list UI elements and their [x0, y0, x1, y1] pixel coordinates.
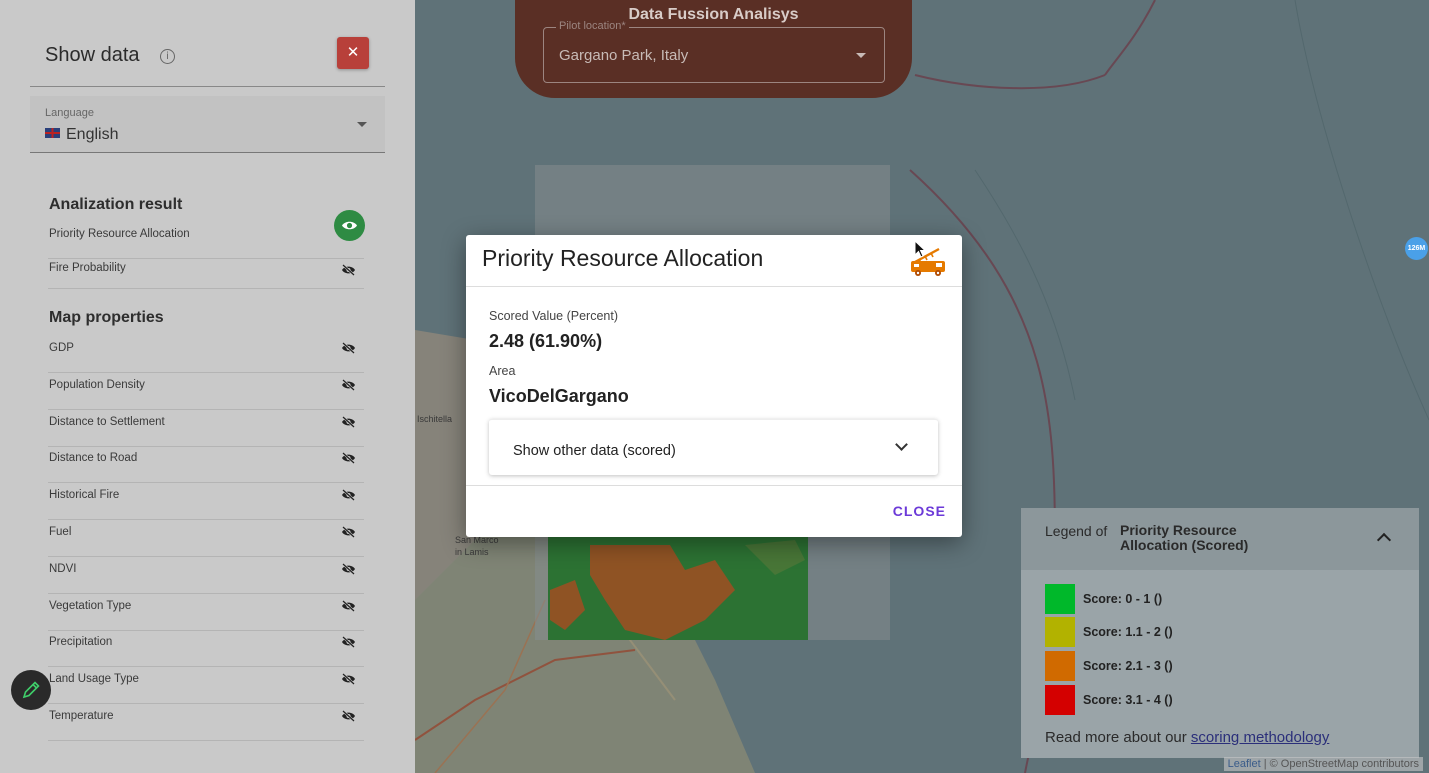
sidebar-item-map-property[interactable]: Distance to Road [48, 446, 364, 484]
sidebar-item-map-property[interactable]: Precipitation [48, 630, 364, 668]
legend-header[interactable]: Legend of Priority Resource Allocation (… [1021, 508, 1419, 570]
info-icon[interactable]: i [160, 49, 175, 64]
caret-down-icon [357, 122, 367, 127]
chevron-down-icon [895, 438, 908, 451]
layer-label: Land Usage Type [49, 673, 139, 686]
show-other-data-accordion[interactable]: Show other data (scored) [489, 419, 938, 475]
area-label: Area [489, 364, 516, 378]
legend-item-label: Score: 1.1 - 2 () [1083, 625, 1173, 639]
map-marker-badge[interactable]: 126M [1405, 237, 1428, 260]
eye-off-icon[interactable] [341, 452, 356, 465]
layer-label: GDP [49, 342, 74, 354]
eye-off-icon[interactable] [341, 342, 356, 354]
osm-attribution[interactable]: | © OpenStreetMap contributors [1261, 758, 1419, 770]
sidebar-item-map-property[interactable]: Distance to Settlement [48, 410, 364, 447]
eye-off-icon[interactable] [341, 264, 356, 276]
sidebar-title: Show data [45, 44, 140, 66]
close-button[interactable]: CLOSE [893, 503, 946, 519]
language-select[interactable]: Language English [30, 96, 385, 153]
eye-off-icon[interactable] [341, 562, 356, 575]
uk-flag-icon [45, 128, 60, 138]
mouse-cursor-icon [914, 240, 927, 258]
legend-swatch [1045, 617, 1075, 647]
legend-swatch [1045, 651, 1075, 681]
sidebar-item-map-property[interactable]: NDVI [48, 557, 364, 594]
eye-off-icon[interactable] [341, 636, 356, 649]
layer-label: NDVI [49, 562, 77, 575]
svg-text:Ischitella: Ischitella [417, 414, 452, 424]
eye-off-icon[interactable] [341, 599, 356, 612]
pilot-location-select[interactable]: Pilot location* Gargano Park, Italy [543, 20, 885, 83]
sidebar-item-map-property[interactable]: Fuel [48, 520, 364, 557]
language-label: Language [45, 107, 94, 119]
pilot-location-value: Gargano Park, Italy [559, 47, 689, 64]
sidebar: Show data i ✕ Language English Analizati… [0, 0, 415, 773]
svg-text:in Lamis: in Lamis [455, 547, 489, 557]
layer-label: Vegetation Type [49, 599, 132, 612]
pencil-icon [22, 681, 40, 699]
layer-label: Fire Probability [49, 262, 126, 274]
layer-label: Historical Fire [49, 489, 120, 502]
leaflet-link[interactable]: Leaflet [1228, 758, 1261, 770]
chevron-up-icon[interactable] [1376, 532, 1392, 548]
legend-swatch [1045, 685, 1075, 715]
eye-off-icon[interactable] [341, 673, 356, 686]
sidebar-header: Show data i ✕ [30, 36, 385, 87]
eye-off-icon[interactable] [341, 378, 356, 391]
scoring-methodology-link[interactable]: scoring methodology [1191, 729, 1329, 746]
area-value: VicoDelGargano [489, 386, 629, 406]
eye-off-icon[interactable] [341, 415, 356, 428]
layer-label: Fuel [49, 526, 72, 538]
layer-label: Priority Resource Allocation [49, 228, 190, 240]
accordion-label: Show other data (scored) [513, 443, 676, 459]
eye-off-icon[interactable] [341, 526, 356, 538]
edit-fab-button[interactable] [11, 670, 51, 710]
legend-item-label: Score: 0 - 1 () [1083, 592, 1163, 606]
language-value-text: English [66, 126, 119, 143]
layer-label: Temperature [49, 710, 114, 722]
divider [466, 485, 962, 486]
layer-label: Distance to Road [49, 452, 138, 465]
legend-footer: Read more about our scoring methodology [1045, 729, 1329, 746]
layer-label: Precipitation [49, 636, 113, 649]
legend-item-label: Score: 2.1 - 3 () [1083, 659, 1173, 673]
map-legend: Legend of Priority Resource Allocation (… [1021, 508, 1419, 758]
location-bar: Data Fussion Analisys Pilot location* Ga… [515, 0, 912, 98]
eye-off-icon[interactable] [341, 489, 356, 502]
legend-footer-text: Read more about our [1045, 729, 1191, 746]
legend-layer-name: Priority Resource Allocation (Scored) [1120, 522, 1249, 553]
legend-swatch [1045, 584, 1075, 614]
eye-off-icon[interactable] [341, 710, 356, 722]
close-sidebar-button[interactable]: ✕ [337, 37, 369, 69]
divider [466, 286, 962, 287]
legend-item-label: Score: 3.1 - 4 () [1083, 693, 1173, 707]
layer-label: Distance to Settlement [49, 415, 165, 428]
layer-label: Population Density [49, 378, 145, 391]
sidebar-item-map-property[interactable]: Vegetation Type [48, 594, 364, 631]
sidebar-item-map-property[interactable]: Land Usage Type [48, 667, 364, 705]
sidebar-item-map-property[interactable]: Population Density [48, 373, 364, 410]
map-properties-heading: Map properties [49, 309, 164, 326]
sidebar-item-fire-probability[interactable]: Fire Probability [48, 252, 364, 289]
scored-value: 2.48 (61.90%) [489, 331, 603, 351]
analysis-heading: Analization result [49, 196, 183, 213]
caret-down-icon [856, 53, 866, 58]
legend-prefix: Legend of [1045, 523, 1108, 539]
eye-icon[interactable] [334, 210, 365, 241]
modal-title: Priority Resource Allocation [482, 245, 764, 271]
scored-value-label: Scored Value (Percent) [489, 309, 618, 323]
sidebar-item-map-property[interactable]: Historical Fire [48, 483, 364, 521]
pilot-location-label: Pilot location* [556, 20, 629, 32]
sidebar-item-map-property[interactable]: GDP [48, 336, 364, 373]
language-value: English [45, 126, 118, 144]
map-attribution: Leaflet | © OpenStreetMap contributors [1223, 757, 1423, 771]
info-modal: Priority Resource Allocation Scored Valu… [466, 235, 962, 537]
sidebar-item-map-property[interactable]: Temperature [48, 704, 364, 741]
